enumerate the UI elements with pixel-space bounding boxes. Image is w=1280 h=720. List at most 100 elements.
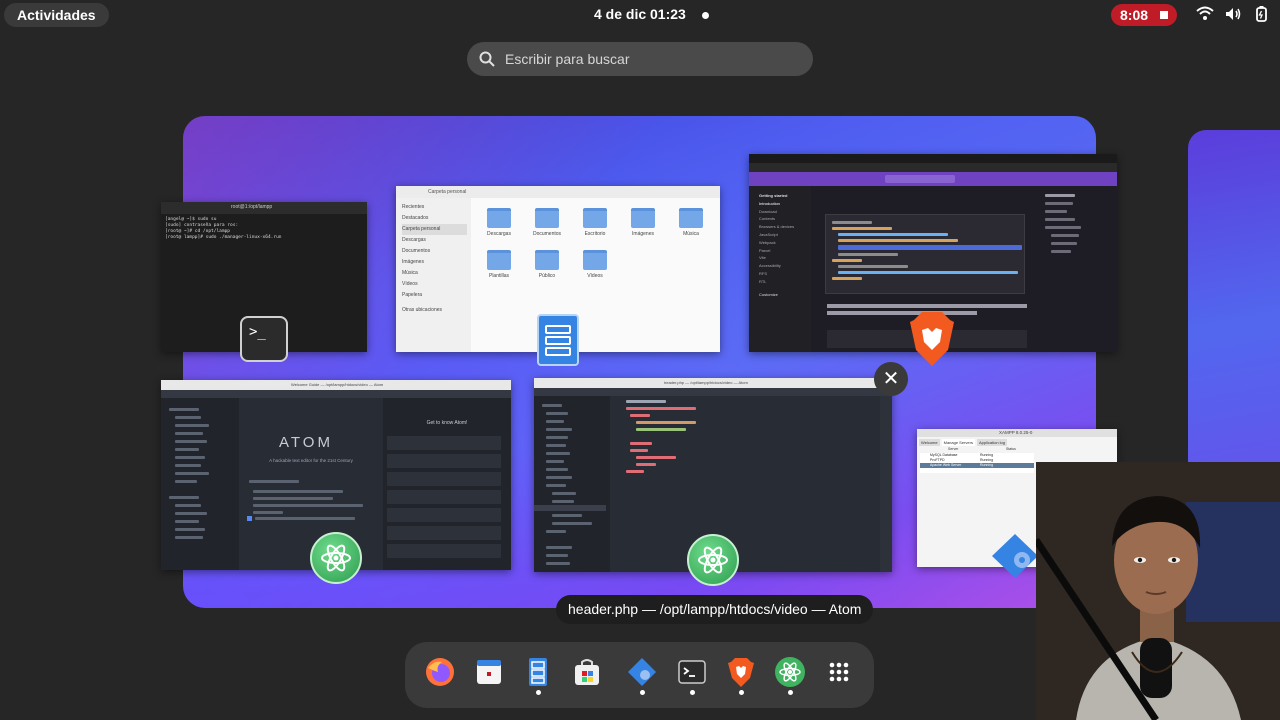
atom2-editor[interactable]	[610, 396, 892, 572]
sidebar-item[interactable]: Descargas	[402, 235, 471, 246]
folder-item[interactable]: Imágenes	[620, 208, 666, 237]
docs-sidebar-item[interactable]: Parcel	[759, 247, 811, 255]
folder-label: Imágenes	[632, 231, 654, 237]
folder-grid: Descargas Documentos Escritorio Imágenes Mús…	[476, 208, 716, 308]
browser-address-bar[interactable]	[749, 163, 1117, 172]
dock-item-files[interactable]	[522, 656, 554, 688]
docs-sidebar-item[interactable]: Webpack	[759, 239, 811, 247]
xampp-tab[interactable]: Welcome	[919, 439, 940, 446]
folder-item[interactable]: Música	[668, 208, 714, 237]
sidebar-item[interactable]: Imágenes	[402, 257, 471, 268]
atom-tagline: A hackable text editor for the 21st Cent…	[269, 458, 353, 463]
dock-item-calendar[interactable]	[473, 656, 505, 688]
xampp-tab[interactable]: Manage Servers	[941, 439, 975, 446]
docs-sidebar-item[interactable]: Accessibility	[759, 262, 811, 270]
dock-item-software[interactable]	[571, 656, 603, 688]
activities-button[interactable]: Actividades	[4, 3, 109, 27]
sidebar-item[interactable]: Música	[402, 268, 471, 279]
running-indicator	[788, 690, 793, 695]
dock-item-xampp[interactable]	[626, 656, 658, 688]
terminal-titlebar: root@1:/opt/lampp	[161, 202, 367, 214]
running-indicator	[739, 690, 744, 695]
search-input[interactable]	[505, 42, 795, 76]
atom2-title: header.php — /opt/lampp/htdocs/video — A…	[664, 380, 748, 385]
sidebar-item[interactable]: Carpeta personal	[402, 224, 467, 235]
folder-item[interactable]: Vídeos	[572, 250, 618, 279]
folder-item[interactable]: Público	[524, 250, 570, 279]
xampp-tab[interactable]: Application log	[976, 439, 1007, 446]
folder-label: Público	[538, 273, 556, 279]
folder-item[interactable]: Plantillas	[476, 250, 522, 279]
dock-item-terminal[interactable]	[676, 656, 708, 688]
docs-sidebar-item[interactable]: JavaScript	[759, 231, 811, 239]
xampp-title: XAMPP 8.0.25-0	[999, 430, 1033, 435]
battery-icon	[1252, 5, 1270, 23]
folder-label: Documentos	[532, 231, 562, 237]
close-window-button[interactable]: ✕	[874, 362, 908, 396]
screen-recording-indicator[interactable]: 8:08	[1111, 4, 1177, 26]
firefox-icon	[424, 658, 456, 692]
dock-item-atom[interactable]	[774, 656, 806, 688]
docs-toc	[1045, 194, 1105, 274]
xampp-titlebar: XAMPP 8.0.25-0	[917, 429, 1117, 437]
docs-sidebar-item[interactable]: Browsers & devices	[759, 223, 811, 231]
docs-sidebar-item[interactable]: Download	[759, 208, 811, 216]
server-name: Apache Web Server	[930, 463, 962, 467]
wifi-icon	[1196, 5, 1214, 23]
running-indicator	[640, 690, 645, 695]
docs-sidebar-item[interactable]: Introduction	[759, 200, 811, 208]
folder-label: Descargas	[487, 231, 511, 237]
docs-sidebar-item[interactable]: RTL	[759, 278, 811, 286]
calendar-icon	[473, 660, 505, 692]
docs-sidebar-item[interactable]: Contents	[759, 215, 811, 223]
top-bar: Actividades 4 de dic 01:23 8:08	[0, 0, 1280, 30]
atom2-menu	[534, 388, 892, 396]
folder-icon	[487, 250, 511, 270]
atom-logo: ATOM	[279, 434, 333, 451]
sidebar-item[interactable]: Destacados	[402, 213, 471, 224]
sidebar-item[interactable]: Recientes	[402, 202, 471, 213]
atom1-titlebar: Welcome Guide — /opt/lampp/htdocs/video …	[161, 380, 511, 390]
docs-sidebar-item[interactable]: Customize	[759, 291, 811, 299]
sidebar-item[interactable]: Papelera	[402, 290, 471, 301]
docs-sidebar-heading: Getting started	[759, 193, 788, 198]
running-indicator	[536, 690, 541, 695]
docs-sidebar: Getting started Introduction Download Co…	[749, 186, 811, 352]
folder-label: Escritorio	[584, 231, 606, 237]
sidebar-item[interactable]: Otras ubicaciones	[402, 305, 471, 316]
system-tray[interactable]	[1196, 5, 1270, 23]
clock-label: 4 de dic 01:23	[594, 6, 686, 22]
code-snippet	[825, 214, 1025, 294]
sidebar-item[interactable]: Vídeos	[402, 279, 471, 290]
dock-item-brave[interactable]	[725, 656, 757, 688]
clock[interactable]: 4 de dic 01:23	[594, 6, 709, 22]
volume-icon	[1224, 5, 1242, 23]
dock-item-app-grid[interactable]	[823, 656, 855, 688]
atom-guide-title: Get to know Atom!	[426, 420, 468, 426]
search-box[interactable]	[467, 42, 813, 76]
folder-item[interactable]: Escritorio	[572, 208, 618, 237]
docs-search[interactable]	[885, 175, 955, 183]
files-title: Carpeta personal	[428, 189, 467, 195]
folder-item[interactable]: Descargas	[476, 208, 522, 237]
folder-label: Plantillas	[488, 273, 509, 279]
docs-sidebar-item[interactable]: Vite	[759, 254, 811, 262]
xampp-table-header: Server Status	[920, 447, 1034, 452]
xampp-header-status: Status	[1006, 447, 1016, 451]
atom-guide-pane: Get to know Atom!	[383, 398, 511, 570]
folder-icon	[583, 250, 607, 270]
folder-item[interactable]: Documentos	[524, 208, 570, 237]
docs-sidebar-item[interactable]: RFS	[759, 270, 811, 278]
folder-icon	[631, 208, 655, 228]
atom1-title: Welcome Guide — /opt/lampp/htdocs/video …	[291, 382, 384, 387]
table-row[interactable]: Apache Web Server Running	[920, 463, 1034, 468]
atom-welcome-pane: ATOM A hackable text editor for the 21st…	[239, 398, 383, 570]
folder-icon	[535, 250, 559, 270]
atom-app-icon	[310, 532, 362, 584]
sidebar-item[interactable]: Documentos	[402, 246, 471, 257]
folder-label: Música	[683, 231, 699, 237]
webcam-overlay	[1036, 462, 1280, 720]
files-titlebar: Carpeta personal	[396, 186, 720, 198]
dock-item-firefox[interactable]	[424, 656, 456, 688]
atom2-tree	[534, 396, 606, 572]
